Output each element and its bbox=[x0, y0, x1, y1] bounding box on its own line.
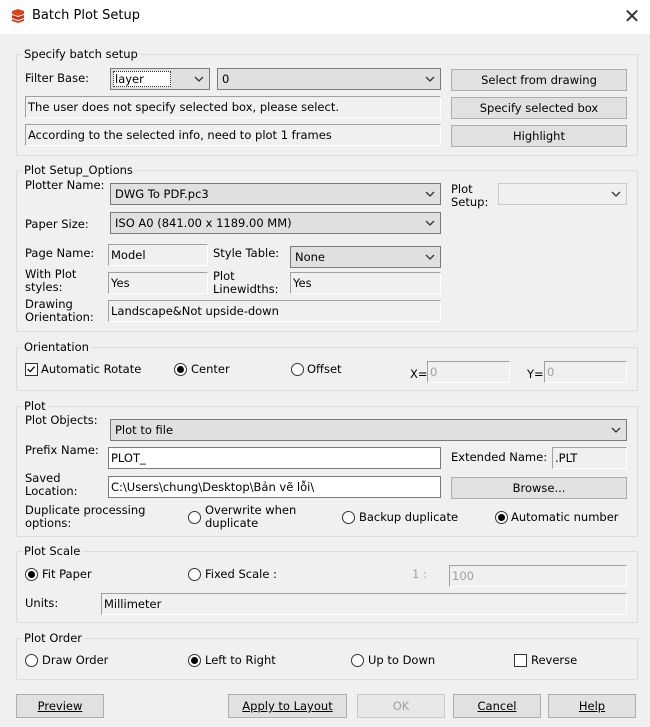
style-table-select[interactable]: None bbox=[290, 246, 441, 268]
plot-lineweights-label: Plot Linewidths: bbox=[213, 269, 279, 296]
plot-lineweights-field: Yes bbox=[290, 272, 441, 294]
paper-size-label: Paper Size: bbox=[25, 217, 89, 231]
prefix-name-label: Prefix Name: bbox=[25, 443, 99, 457]
highlight-button[interactable]: Highlight bbox=[451, 125, 627, 147]
plot-group-label: Plot bbox=[22, 399, 48, 413]
help-button[interactable]: Help bbox=[548, 694, 636, 718]
page-name-label: Page Name: bbox=[25, 246, 95, 260]
app-logo-icon bbox=[12, 9, 24, 23]
cancel-button[interactable]: Cancel bbox=[453, 694, 541, 718]
chevron-down-icon bbox=[425, 254, 435, 260]
left-to-right-label: Left to Right bbox=[205, 653, 276, 667]
overwrite-label: Overwrite when duplicate bbox=[205, 503, 297, 530]
reverse-checkbox[interactable] bbox=[514, 654, 527, 667]
plot-setup-label: Plot Setup: bbox=[451, 182, 489, 209]
selection-info-field: The user does not specify selected box, … bbox=[25, 96, 441, 118]
chevron-down-icon bbox=[425, 191, 435, 197]
scale-ratio-field[interactable]: 100 bbox=[449, 565, 627, 587]
prefix-name-input[interactable]: PLOT_ bbox=[108, 447, 441, 469]
select-from-drawing-button[interactable]: Select from drawing bbox=[451, 69, 627, 91]
fit-paper-label: Fit Paper bbox=[42, 567, 92, 581]
batch-setup-group-label: Specify batch setup bbox=[22, 47, 140, 61]
saved-location-label: Saved Location: bbox=[25, 471, 78, 498]
chevron-down-icon bbox=[611, 427, 621, 433]
drawing-orientation-label: Drawing Orientation: bbox=[25, 297, 94, 324]
frames-info-field: According to the selected info, need to … bbox=[25, 124, 441, 146]
page-name-field: Model bbox=[108, 244, 208, 266]
filter-base-label: Filter Base: bbox=[25, 71, 90, 85]
backup-duplicate-radio[interactable] bbox=[342, 511, 355, 524]
x-offset-label: X= bbox=[410, 367, 428, 381]
center-label: Center bbox=[191, 362, 230, 376]
up-to-down-label: Up to Down bbox=[368, 653, 436, 667]
close-icon[interactable]: ✕ bbox=[620, 4, 644, 28]
plotter-name-label: Plotter Name: bbox=[25, 178, 105, 192]
with-plot-styles-field: Yes bbox=[108, 272, 208, 294]
drawing-orientation-field: Landscape&Not upside-down bbox=[108, 300, 441, 322]
draw-order-radio[interactable] bbox=[25, 654, 38, 667]
x-offset-field[interactable]: 0 bbox=[427, 361, 510, 383]
y-offset-field[interactable]: 0 bbox=[544, 361, 627, 383]
chevron-down-icon bbox=[425, 220, 435, 226]
with-plot-styles-label: With Plot styles: bbox=[25, 267, 77, 294]
plot-objects-select[interactable]: Plot to file bbox=[110, 419, 627, 441]
extended-name-label: Extended Name: bbox=[451, 450, 548, 464]
draw-order-label: Draw Order bbox=[42, 653, 109, 667]
plot-scale-group-label: Plot Scale bbox=[22, 544, 83, 558]
automatic-number-radio[interactable] bbox=[495, 511, 508, 524]
automatic-number-label: Automatic number bbox=[511, 510, 619, 524]
plot-setup-select[interactable] bbox=[498, 183, 627, 205]
left-to-right-radio[interactable] bbox=[188, 654, 201, 667]
extended-name-field: .PLT bbox=[552, 447, 627, 469]
automatic-rotate-label: Automatic Rotate bbox=[41, 362, 142, 376]
apply-to-layout-button[interactable]: Apply to Layout bbox=[228, 694, 347, 718]
paper-size-select[interactable]: ISO A0 (841.00 x 1189.00 MM) bbox=[110, 212, 441, 234]
preview-button[interactable]: Preview bbox=[16, 694, 104, 718]
units-label: Units: bbox=[25, 596, 59, 610]
checkmark-icon bbox=[27, 366, 35, 373]
backup-duplicate-label: Backup duplicate bbox=[359, 510, 459, 524]
filter-base-select[interactable]: layer bbox=[110, 68, 210, 90]
style-table-label: Style Table: bbox=[213, 246, 280, 260]
fixed-scale-label: Fixed Scale : bbox=[205, 567, 277, 581]
chevron-down-icon bbox=[611, 191, 621, 197]
center-radio[interactable] bbox=[174, 363, 187, 376]
scale-ratio-prefix: 1 : bbox=[412, 567, 427, 581]
orientation-group-label: Orientation bbox=[22, 340, 91, 354]
chevron-down-icon bbox=[425, 76, 435, 82]
units-field: Millimeter bbox=[101, 593, 627, 615]
window-title: Batch Plot Setup bbox=[32, 8, 140, 23]
fixed-scale-radio[interactable] bbox=[188, 568, 201, 581]
title-bar: Batch Plot Setup ✕ bbox=[0, 0, 650, 34]
ok-button[interactable]: OK bbox=[357, 694, 445, 718]
duplicate-options-label: Duplicate processing options: bbox=[25, 503, 146, 530]
plot-setup-group-label: Plot Setup_Options bbox=[22, 163, 135, 177]
saved-location-input[interactable]: C:\Users\chung\Desktop\Bản vẽ lỗi\ bbox=[108, 476, 441, 498]
plot-objects-label: Plot Objects: bbox=[25, 413, 98, 427]
automatic-rotate-checkbox[interactable] bbox=[25, 363, 38, 376]
reverse-label: Reverse bbox=[531, 653, 578, 667]
fit-paper-radio[interactable] bbox=[25, 568, 38, 581]
offset-radio[interactable] bbox=[291, 363, 304, 376]
specify-selected-box-button[interactable]: Specify selected box bbox=[451, 97, 627, 119]
browse-button[interactable]: Browse... bbox=[451, 477, 627, 499]
overwrite-radio[interactable] bbox=[188, 511, 201, 524]
offset-label: Offset bbox=[307, 362, 342, 376]
up-to-down-radio[interactable] bbox=[351, 654, 364, 667]
plotter-name-select[interactable]: DWG To PDF.pc3 bbox=[110, 183, 441, 205]
chevron-down-icon bbox=[194, 76, 204, 82]
y-offset-label: Y= bbox=[527, 367, 544, 381]
filter-value-select[interactable]: 0 bbox=[217, 68, 441, 90]
plot-order-group-label: Plot Order bbox=[22, 631, 85, 645]
